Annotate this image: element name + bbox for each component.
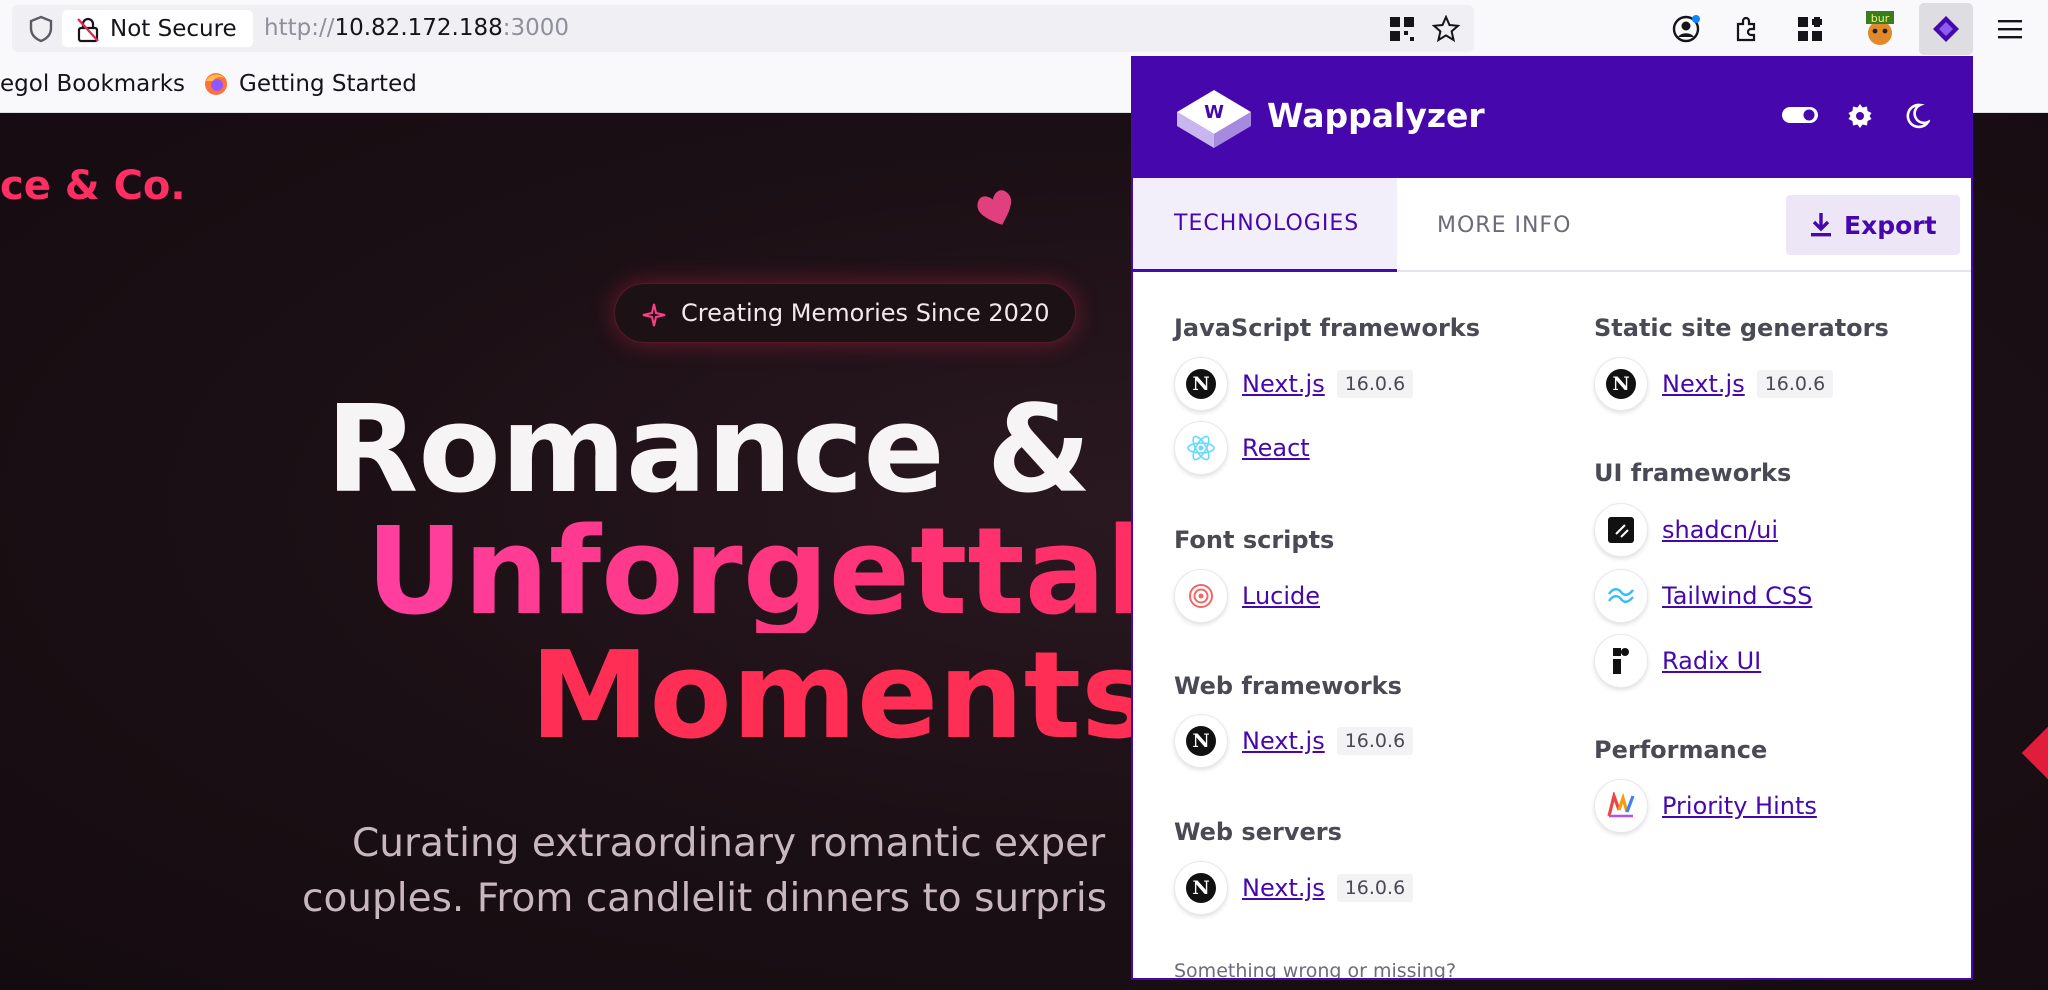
nextjs-icon: N (1174, 861, 1228, 915)
svg-text:bur: bur (1871, 12, 1890, 25)
category-title: JavaScript frameworks (1174, 314, 1481, 342)
firefox-icon (205, 73, 227, 95)
category-title: Web frameworks (1174, 672, 1402, 700)
wappalyzer-tabs: TECHNOLOGIES MORE INFO Export (1133, 178, 1971, 272)
tagline-text: Creating Memories Since 2020 (681, 299, 1050, 327)
category-title: Font scripts (1174, 526, 1335, 554)
sparkles-icon (642, 303, 666, 327)
technology-link[interactable]: Next.js (1242, 370, 1325, 398)
radix-icon (1594, 634, 1648, 688)
hero-subtitle-line1: Curating extraordinary romantic exper (352, 821, 1106, 866)
technology-item[interactable]: N Next.js 16.0.6 (1594, 356, 1834, 412)
insecure-lock-icon (77, 17, 99, 43)
technology-item[interactable]: Radix UI (1594, 633, 1761, 689)
technology-link[interactable]: Lucide (1242, 582, 1320, 610)
decorative-diamond (2021, 724, 2048, 782)
bookmark-other[interactable]: egol Bookmarks (0, 71, 185, 97)
technology-item[interactable]: N Next.js 16.0.6 (1174, 356, 1414, 412)
site-security-button[interactable]: Not Secure (62, 10, 253, 47)
technology-item[interactable]: Lucide (1174, 568, 1320, 624)
technology-item[interactable]: React (1174, 420, 1310, 476)
download-icon (1811, 213, 1831, 237)
technology-link[interactable]: Next.js (1242, 874, 1325, 902)
security-label: Not Secure (110, 15, 237, 42)
technology-link[interactable]: Priority Hints (1662, 792, 1817, 820)
url-bar[interactable]: Not Secure http://10.82.172.188:3000 (12, 5, 1474, 52)
wappalyzer-logo-icon: W (1177, 90, 1251, 148)
settings-gear-icon[interactable] (1846, 102, 1874, 130)
technology-item[interactable]: shadcn/ui (1594, 502, 1778, 558)
site-brand[interactable]: ce & Co. (0, 163, 186, 209)
technology-link[interactable]: Tailwind CSS (1662, 582, 1812, 610)
technology-link[interactable]: React (1242, 434, 1310, 462)
account-icon[interactable] (1666, 9, 1706, 49)
lucide-icon (1174, 569, 1228, 623)
category-title: Static site generators (1594, 314, 1889, 342)
shadcn-icon (1594, 503, 1648, 557)
bookmark-label: Getting Started (239, 71, 417, 97)
bookmark-star-icon[interactable] (1432, 15, 1460, 43)
wappalyzer-popup: W Wappalyzer TECHNOLOGIES MORE INFO Expo… (1131, 56, 1973, 980)
react-icon (1174, 421, 1228, 475)
url-host: 10.82.172.188 (334, 15, 503, 41)
technology-item[interactable]: N Next.js 16.0.6 (1174, 860, 1414, 916)
url-text[interactable]: http://10.82.172.188:3000 (264, 15, 569, 41)
url-port: :3000 (502, 15, 570, 41)
burp-extension-icon[interactable]: bur (1860, 9, 1900, 49)
tailwind-icon (1594, 569, 1648, 623)
wappalyzer-title: Wappalyzer (1267, 96, 1485, 135)
version-badge: 16.0.6 (1336, 370, 1414, 398)
nextjs-icon: N (1174, 357, 1228, 411)
wappalyzer-header: W Wappalyzer (1133, 56, 1971, 178)
tab-technologies[interactable]: TECHNOLOGIES (1133, 178, 1397, 272)
svg-text:W: W (1204, 102, 1224, 123)
url-scheme: http:// (264, 15, 335, 41)
apps-grid-icon[interactable] (1790, 9, 1830, 49)
priority-hints-icon (1594, 779, 1648, 833)
technology-link[interactable]: Next.js (1662, 370, 1745, 398)
dark-mode-moon-icon[interactable] (1904, 102, 1930, 130)
menu-hamburger-icon[interactable] (1990, 9, 2030, 49)
technology-link[interactable]: Radix UI (1662, 647, 1761, 675)
heart-icon (977, 190, 1012, 225)
category-title: Performance (1594, 736, 1768, 764)
hero-heading-line3: Moments (530, 627, 1153, 766)
technology-item[interactable]: Priority Hints (1594, 778, 1817, 834)
version-badge: 16.0.6 (1336, 727, 1414, 755)
wappalyzer-extension-icon[interactable] (1919, 3, 1973, 55)
tracking-shield-icon[interactable] (28, 15, 54, 43)
bookmark-label: egol Bookmarks (0, 71, 186, 97)
bookmark-getting-started[interactable]: Getting Started (203, 71, 417, 97)
technology-item[interactable]: N Next.js 16.0.6 (1174, 713, 1414, 769)
technology-item[interactable]: Tailwind CSS (1594, 568, 1812, 624)
category-title: UI frameworks (1594, 459, 1792, 487)
hero-heading-line2: Unforgettal (366, 503, 1147, 642)
qr-code-icon[interactable] (1388, 15, 1416, 43)
extensions-puzzle-icon[interactable] (1727, 9, 1767, 49)
export-label: Export (1844, 210, 1937, 240)
browser-toolbar: Not Secure http://10.82.172.188:3000 bur (0, 0, 2048, 57)
feedback-link[interactable]: Something wrong or missing? (1174, 960, 1456, 978)
nextjs-icon: N (1174, 714, 1228, 768)
toggle-switch-icon[interactable] (1781, 102, 1819, 128)
technology-link[interactable]: shadcn/ui (1662, 516, 1778, 544)
version-badge: 16.0.6 (1756, 370, 1834, 398)
nextjs-icon: N (1594, 357, 1648, 411)
hero-heading-line1: Romance & (326, 381, 1092, 520)
tab-more-info[interactable]: MORE INFO (1437, 178, 1571, 272)
category-title: Web servers (1174, 818, 1342, 846)
technology-link[interactable]: Next.js (1242, 727, 1325, 755)
tagline-pill: Creating Memories Since 2020 (614, 283, 1077, 343)
hero-subtitle-line2: couples. From candlelit dinners to surpr… (302, 876, 1108, 921)
export-button[interactable]: Export (1786, 195, 1960, 255)
version-badge: 16.0.6 (1336, 874, 1414, 902)
